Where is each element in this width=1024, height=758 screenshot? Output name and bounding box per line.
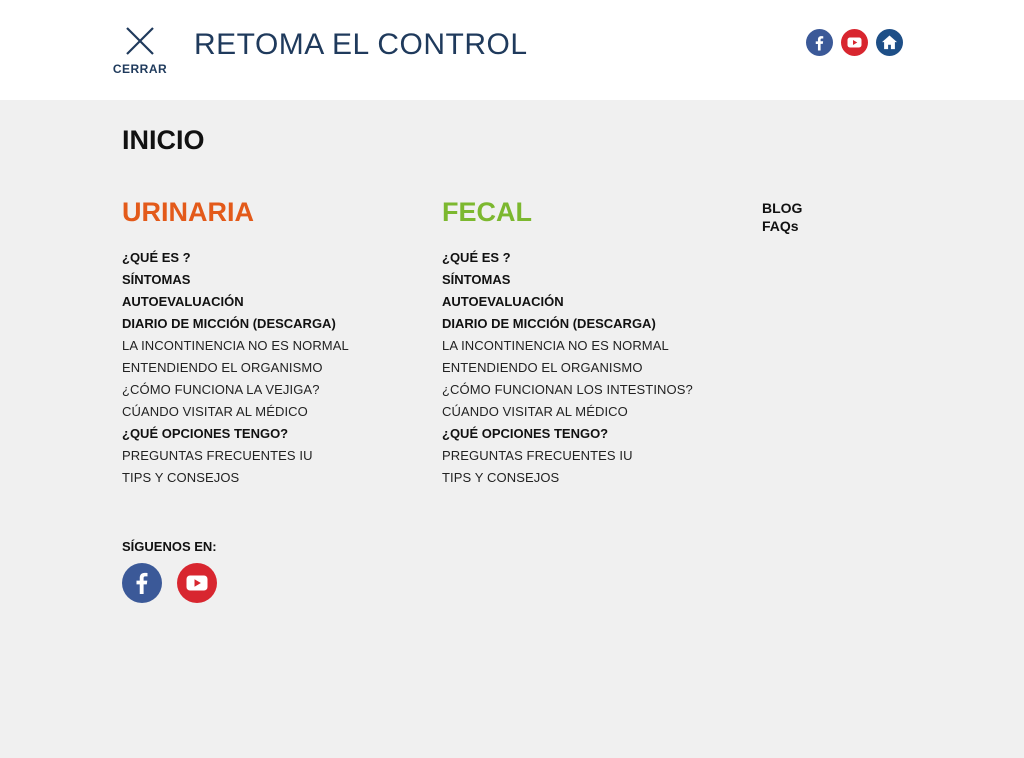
- urinaria-menu: ¿QUÉ ES ? SÍNTOMAS AUTOEVALUACIÓN DIARIO…: [122, 247, 349, 489]
- follow-us-label: SÍGUENOS EN:: [122, 539, 217, 554]
- menu-item-entendiendo-el-organismo[interactable]: ENTENDIENDO EL ORGANISMO: [122, 357, 349, 379]
- extra-links: BLOG FAQs: [762, 199, 802, 235]
- menu-item-entendiendo-el-organismo[interactable]: ENTENDIENDO EL ORGANISMO: [442, 357, 693, 379]
- menu-item-cuando-visitar-al-medico[interactable]: CÚANDO VISITAR AL MÉDICO: [122, 401, 349, 423]
- menu-item-tips-y-consejos[interactable]: TIPS Y CONSEJOS: [122, 467, 349, 489]
- fecal-column: FECAL ¿QUÉ ES ? SÍNTOMAS AUTOEVALUACIÓN …: [442, 196, 693, 489]
- home-icon[interactable]: [876, 29, 903, 56]
- nav-inicio-link[interactable]: INICIO: [122, 125, 205, 156]
- site-header: CERRAR RETOMA EL CONTROL: [0, 0, 1024, 100]
- menu-item-autoevaluacion[interactable]: AUTOEVALUACIÓN: [122, 291, 349, 313]
- header-social-links: [806, 29, 903, 56]
- menu-item-como-funciona-la-vejiga[interactable]: ¿CÓMO FUNCIONA LA VEJIGA?: [122, 379, 349, 401]
- blog-link[interactable]: BLOG: [762, 199, 802, 217]
- faqs-link[interactable]: FAQs: [762, 217, 802, 235]
- facebook-icon[interactable]: [806, 29, 833, 56]
- youtube-icon[interactable]: [177, 563, 217, 603]
- youtube-icon[interactable]: [841, 29, 868, 56]
- menu-item-autoevaluacion[interactable]: AUTOEVALUACIÓN: [442, 291, 693, 313]
- close-icon: [126, 27, 154, 55]
- menu-item-incontinencia-no-es-normal[interactable]: LA INCONTINENCIA NO ES NORMAL: [122, 335, 349, 357]
- fecal-menu: ¿QUÉ ES ? SÍNTOMAS AUTOEVALUACIÓN DIARIO…: [442, 247, 693, 489]
- brand-title[interactable]: RETOMA EL CONTROL: [194, 28, 528, 62]
- close-menu-button[interactable]: CERRAR: [112, 26, 168, 82]
- menu-item-tips-y-consejos[interactable]: TIPS Y CONSEJOS: [442, 467, 693, 489]
- menu-item-que-es[interactable]: ¿QUÉ ES ?: [122, 247, 349, 269]
- menu-item-sintomas[interactable]: SÍNTOMAS: [122, 269, 349, 291]
- facebook-icon[interactable]: [122, 563, 162, 603]
- menu-item-que-opciones-tengo[interactable]: ¿QUÉ OPCIONES TENGO?: [122, 423, 349, 445]
- close-label: CERRAR: [112, 62, 168, 76]
- menu-item-como-funcionan-los-intestinos[interactable]: ¿CÓMO FUNCIONAN LOS INTESTINOS?: [442, 379, 693, 401]
- menu-item-diario-de-miccion[interactable]: DIARIO DE MICCIÓN (DESCARGA): [122, 313, 349, 335]
- menu-item-cuando-visitar-al-medico[interactable]: CÚANDO VISITAR AL MÉDICO: [442, 401, 693, 423]
- menu-item-que-opciones-tengo[interactable]: ¿QUÉ OPCIONES TENGO?: [442, 423, 693, 445]
- menu-item-preguntas-frecuentes[interactable]: PREGUNTAS FRECUENTES IU: [442, 445, 693, 467]
- follow-us-icons: [122, 563, 217, 603]
- fecal-title[interactable]: FECAL: [442, 196, 693, 228]
- menu-item-preguntas-frecuentes[interactable]: PREGUNTAS FRECUENTES IU: [122, 445, 349, 467]
- urinaria-title[interactable]: URINARIA: [122, 196, 349, 228]
- menu-item-sintomas[interactable]: SÍNTOMAS: [442, 269, 693, 291]
- menu-item-que-es[interactable]: ¿QUÉ ES ?: [442, 247, 693, 269]
- menu-item-diario-de-miccion[interactable]: DIARIO DE MICCIÓN (DESCARGA): [442, 313, 693, 335]
- menu-item-incontinencia-no-es-normal[interactable]: LA INCONTINENCIA NO ES NORMAL: [442, 335, 693, 357]
- urinaria-column: URINARIA ¿QUÉ ES ? SÍNTOMAS AUTOEVALUACI…: [122, 196, 349, 489]
